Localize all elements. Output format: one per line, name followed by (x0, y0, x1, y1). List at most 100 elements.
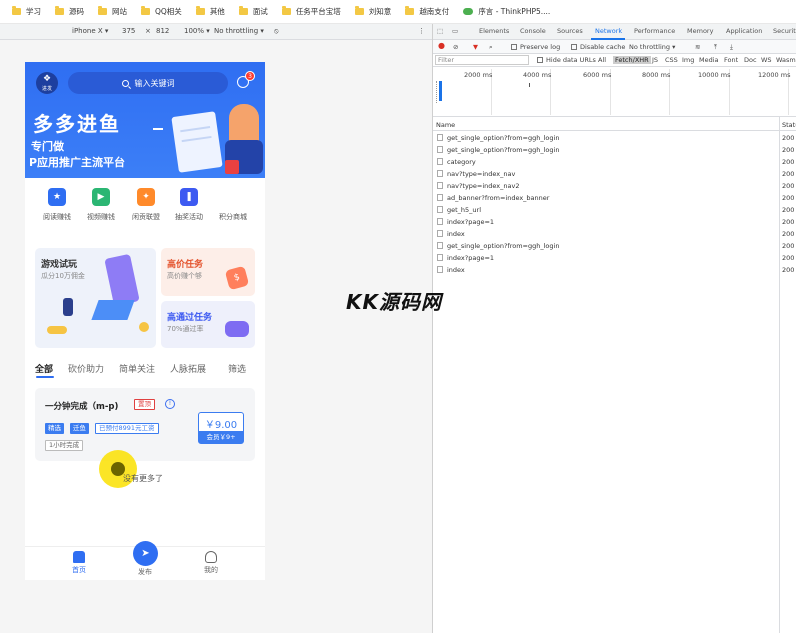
bookmark-folder[interactable]: QQ相关 (135, 0, 190, 24)
request-row[interactable]: get_single_option?from=ggh_login 200 (433, 240, 796, 252)
record-icon[interactable]: ● (438, 41, 445, 50)
tab-network[interactable]: 人脉拓展 (170, 362, 206, 375)
card-title: 高价任务 (167, 260, 204, 270)
entry-read[interactable]: ★ 阅读赚钱 (35, 188, 79, 222)
tab-console[interactable]: Console (520, 27, 546, 35)
bookmark-link[interactable]: 序言 - ThinkPHP5.... (457, 0, 558, 24)
request-row[interactable]: index?page=1 200 (433, 252, 796, 264)
star-icon: ★ (48, 188, 66, 206)
search-box[interactable]: 输入关键词 (68, 72, 228, 94)
request-row[interactable]: get_single_option?from=ggh_login 200 (433, 144, 796, 156)
entry-points-mall[interactable]: 积分商城 (211, 188, 255, 222)
filter-button[interactable]: 筛选 (228, 362, 246, 375)
request-status: 200 (782, 206, 795, 214)
request-name: index?page=1 (447, 254, 495, 262)
request-row[interactable]: get_single_option?from=ggh_login 200 (433, 132, 796, 144)
filter-doc[interactable]: Doc (744, 56, 757, 64)
height-input[interactable]: 812 (156, 27, 169, 35)
network-toolbar: ● ⊘ ▼ ⌕ Preserve log Disable cache No th… (433, 40, 796, 54)
send-icon[interactable]: ➤ (133, 541, 158, 566)
hide-data-urls-checkbox[interactable]: Hide data URLs (537, 56, 596, 64)
throttle-select[interactable]: No throttling ▾ (629, 43, 675, 51)
bookmark-folder[interactable]: 面试 (233, 0, 276, 24)
bookmark-folder[interactable]: 其他 (190, 0, 233, 24)
bookmark-folder[interactable]: 学习 (6, 0, 49, 24)
entry-alliance[interactable]: ✦ 闲贡联盟 (124, 188, 168, 222)
bookmark-folder[interactable]: 任务平台宝塔 (276, 0, 349, 24)
filter-font[interactable]: Font (724, 56, 738, 64)
info-icon[interactable]: ! (165, 399, 175, 409)
zoom-select[interactable]: 100% ▾ (184, 27, 210, 35)
request-status: 200 (782, 134, 795, 142)
request-row[interactable]: ad_banner?from=index_banner 200 (433, 192, 796, 204)
device-select[interactable]: iPhone X ▾ (72, 27, 108, 35)
filter-media[interactable]: Media (699, 56, 719, 64)
entry-lottery[interactable]: ❚ 抽奖活动 (167, 188, 211, 222)
request-row[interactable]: index 200 (433, 264, 796, 276)
request-row[interactable]: nav?type=index_nav 200 (433, 168, 796, 180)
bookmark-folder[interactable]: 刘知意 (349, 0, 400, 24)
filter-ws[interactable]: WS (761, 56, 772, 64)
bookmark-folder[interactable]: 越南支付 (399, 0, 457, 24)
rotate-icon[interactable]: ⦸ (274, 27, 279, 36)
tab-bargain[interactable]: 砍价助力 (68, 362, 104, 375)
tab-security[interactable]: Security (773, 27, 796, 35)
width-input[interactable]: 375 (122, 27, 135, 35)
preserve-log-checkbox[interactable]: Preserve log (511, 43, 560, 51)
tab-performance[interactable]: Performance (634, 27, 675, 35)
platform-illustration (91, 300, 135, 320)
import-icon[interactable]: ⤒ (714, 43, 717, 52)
filter-input[interactable]: Filter (435, 55, 529, 65)
request-row[interactable]: nav?type=index_nav2 200 (433, 180, 796, 192)
hero-banner[interactable]: ❖ 进发 输入关键词 3 多多进鱼 专门做 P应用推广主流平台 (25, 62, 265, 178)
entry-video[interactable]: ▶ 视频赚钱 (79, 188, 123, 222)
tabbar-mine[interactable]: 我的 (191, 551, 231, 575)
vip-price: 会员￥9+ (199, 431, 243, 443)
network-overview[interactable]: 2000 ms 4000 ms 6000 ms 8000 ms 10000 ms… (433, 67, 796, 117)
tab-all[interactable]: 全部 (35, 362, 53, 375)
request-row[interactable]: index 200 (433, 228, 796, 240)
request-row[interactable]: index?page=1 200 (433, 216, 796, 228)
game-trial-card[interactable]: 游戏试玩 瓜分10万佣金 (35, 248, 156, 348)
tabbar-publish[interactable]: 发布 (125, 567, 165, 577)
devtools-tabbar: ⬚ ▭ Elements Console Sources Network Per… (433, 24, 796, 40)
tab-application[interactable]: Application (726, 27, 762, 35)
tab-sources[interactable]: Sources (557, 27, 583, 35)
tab-memory[interactable]: Memory (687, 27, 713, 35)
more-icon[interactable]: ⋮ (418, 27, 425, 35)
phone-illustration (104, 253, 140, 307)
filter-img[interactable]: Img (682, 56, 694, 64)
tab-follow[interactable]: 简单关注 (119, 362, 155, 375)
folder-icon (12, 6, 21, 15)
tab-network[interactable]: Network (595, 27, 622, 35)
inspect-icon[interactable]: ⬚ (437, 27, 443, 35)
device-toggle-icon[interactable]: ▭ (452, 27, 458, 35)
search-icon[interactable]: ⌕ (489, 43, 493, 52)
disable-cache-checkbox[interactable]: Disable cache (571, 43, 625, 51)
column-name[interactable]: Name (436, 121, 455, 129)
task-card[interactable]: 一分钟完成（m-p) 置顶 ! 精选 迁鱼 已预付8991元工资 1小时完成 ￥… (35, 388, 255, 461)
price-box[interactable]: ￥9.00 会员￥9+ (198, 412, 244, 444)
wifi-icon[interactable]: ≋ (695, 43, 700, 51)
high-price-task-card[interactable]: 高价任务 高价赚个够 $ (161, 248, 255, 296)
throttle-select[interactable]: No throttling ▾ (214, 27, 264, 35)
request-row[interactable]: category 200 (433, 156, 796, 168)
high-pass-task-card[interactable]: 高通过任务 70%通过率 (161, 301, 255, 348)
filter-icon[interactable]: ▼ (473, 43, 478, 51)
filter-wasm[interactable]: Wasm (776, 56, 796, 64)
filter-fetch-xhr[interactable]: Fetch/XHR (613, 56, 651, 64)
request-type-icon (437, 230, 443, 237)
tabbar-home[interactable]: 首页 (59, 551, 99, 575)
bookmark-folder[interactable]: 网站 (92, 0, 135, 24)
request-row[interactable]: get_h5_url 200 (433, 204, 796, 216)
filter-all[interactable]: All (598, 56, 606, 64)
tab-elements[interactable]: Elements (479, 27, 509, 35)
column-status[interactable]: Status (782, 121, 796, 129)
filter-css[interactable]: CSS (665, 56, 678, 64)
bookmark-folder[interactable]: 源码 (49, 0, 92, 24)
card-title: 游戏试玩 (41, 260, 78, 270)
request-table-header: Name Status (433, 117, 796, 131)
clear-icon[interactable]: ⊘ (453, 43, 458, 51)
export-icon[interactable]: ⤓ (730, 43, 733, 52)
filter-js[interactable]: JS (652, 56, 658, 64)
